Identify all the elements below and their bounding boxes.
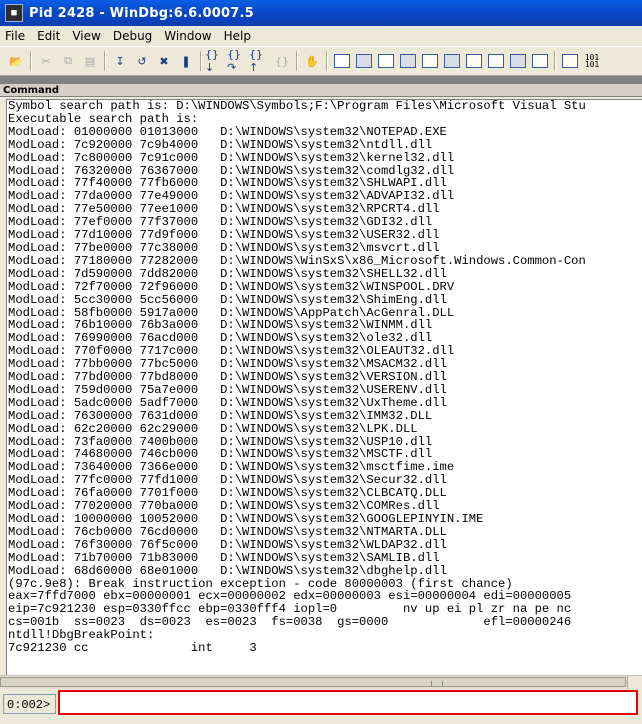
registers-window-icon[interactable] — [397, 50, 419, 72]
output-line: ModLoad: 10000000 10052000 D:\WINDOWS\sy… — [8, 512, 484, 526]
output-line: ModLoad: 01000000 01013000 D:\WINDOWS\sy… — [8, 124, 447, 139]
toolbar-separator — [104, 51, 106, 71]
output-line: ModLoad: 71b70000 71b83000 D:\WINDOWS\sy… — [8, 550, 440, 565]
output-line: ModLoad: 77180000 77282000 D:\WINDOWS\Wi… — [8, 253, 586, 268]
output-line: ModLoad: 7c920000 7c9b4000 D:\WINDOWS\sy… — [8, 137, 433, 152]
step-over-icon[interactable]: {}↷ — [227, 48, 249, 74]
go-icon[interactable]: ↧ — [109, 50, 131, 72]
memory-window-icon[interactable] — [419, 50, 441, 72]
binary-label: 101 101 — [584, 53, 600, 69]
output-line: ModLoad: 5cc30000 5cc56000 D:\WINDOWS\sy… — [8, 292, 447, 307]
scrollbar-grip — [431, 681, 443, 687]
restart-icon[interactable]: ↺ — [131, 50, 153, 72]
output-line: ModLoad: 759d0000 75a7e000 D:\WINDOWS\sy… — [8, 382, 447, 397]
command-window-icon[interactable] — [331, 50, 353, 72]
processes-threads-icon[interactable] — [507, 50, 529, 72]
open-icon[interactable]: 📂 — [5, 50, 27, 72]
command-input[interactable] — [58, 690, 638, 715]
binary-view-icon[interactable]: 101 101 — [581, 50, 603, 72]
workspace-gap — [0, 76, 642, 84]
command-window-title: Command — [0, 84, 642, 97]
output-line: Symbol search path is: D:\WINDOWS\Symbol… — [8, 99, 586, 113]
output-line: ModLoad: 77be0000 77c38000 D:\WINDOWS\sy… — [8, 240, 440, 255]
options-icon[interactable] — [529, 50, 551, 72]
scratch-pad-icon[interactable] — [485, 50, 507, 72]
output-line: ModLoad: 5adc0000 5adf7000 D:\WINDOWS\sy… — [8, 395, 447, 410]
command-prompt: 0:002> — [3, 694, 56, 714]
locals-window-icon[interactable] — [375, 50, 397, 72]
output-line: 7c921230 cc int 3 — [8, 641, 257, 656]
stop-debugging-icon[interactable]: ✖ — [153, 50, 175, 72]
menu-bar: File Edit View Debug Window Help — [0, 27, 642, 45]
output-line: ModLoad: 7c800000 7c91c000 D:\WINDOWS\sy… — [8, 150, 455, 165]
step-into-icon[interactable]: {}↓ — [205, 48, 227, 74]
paste-icon[interactable]: ▤ — [79, 50, 101, 72]
toolbar-separator — [200, 51, 202, 71]
watch-window-icon[interactable] — [353, 50, 375, 72]
output-line: ModLoad: 77bd0000 77bd8000 D:\WINDOWS\sy… — [8, 370, 447, 385]
menu-window[interactable]: Window — [158, 29, 217, 43]
window-title: Pid 2428 - WinDbg:6.6.0007.5 — [29, 5, 254, 21]
windbg-icon: ■ — [5, 4, 23, 22]
disassembly-window-icon[interactable] — [463, 50, 485, 72]
title-bar: ■ Pid 2428 - WinDbg:6.6.0007.5 — [0, 0, 642, 26]
output-line: ModLoad: 62c20000 62c29000 D:\WINDOWS\sy… — [8, 421, 418, 436]
menu-edit[interactable]: Edit — [31, 29, 66, 43]
toolbar-separator — [554, 51, 556, 71]
output-line: ModLoad: 76300000 7631d000 D:\WINDOWS\sy… — [8, 408, 433, 423]
menu-file[interactable]: File — [0, 29, 31, 43]
scroll-right-button[interactable] — [627, 676, 642, 689]
toolbar-separator — [326, 51, 328, 71]
output-line: ModLoad: 68d60000 68e01000 D:\WINDOWS\sy… — [8, 563, 447, 578]
run-to-cursor-icon[interactable]: {} — [271, 50, 293, 72]
output-line: ModLoad: 7d590000 7dd82000 D:\WINDOWS\sy… — [8, 266, 447, 281]
command-entry-area: 0:002> — [0, 689, 642, 724]
step-out-icon[interactable]: {}↑ — [249, 48, 271, 74]
toolbar: 📂 ✂ ⧉ ▤ ↧ ↺ ✖ ❚ {}↓ {}↷ {}↑ {} ✋ 101 101 — [0, 46, 642, 76]
output-line: ModLoad: 76cb0000 76cd0000 D:\WINDOWS\sy… — [8, 524, 447, 539]
output-line: Executable search path is: — [8, 111, 199, 126]
cut-icon[interactable]: ✂ — [35, 50, 57, 72]
toolbar-separator — [30, 51, 32, 71]
menu-debug[interactable]: Debug — [107, 29, 158, 43]
break-icon[interactable]: ❚ — [175, 50, 197, 72]
toolbar-separator — [296, 51, 298, 71]
output-line: ModLoad: 72f70000 72f96000 D:\WINDOWS\sy… — [8, 279, 455, 294]
horizontal-scrollbar[interactable] — [0, 675, 642, 689]
breakpoint-hand-icon[interactable]: ✋ — [301, 50, 323, 72]
command-output: Symbol search path is: D:\WINDOWS\Symbol… — [6, 99, 642, 675]
scrollbar-thumb[interactable] — [0, 677, 626, 687]
copy-icon[interactable]: ⧉ — [57, 50, 79, 72]
output-line: ModLoad: 76f30000 76f5c000 D:\WINDOWS\sy… — [8, 537, 447, 552]
menu-view[interactable]: View — [66, 29, 106, 43]
source-mode-icon[interactable] — [559, 50, 581, 72]
call-stack-window-icon[interactable] — [441, 50, 463, 72]
menu-help[interactable]: Help — [218, 29, 257, 43]
